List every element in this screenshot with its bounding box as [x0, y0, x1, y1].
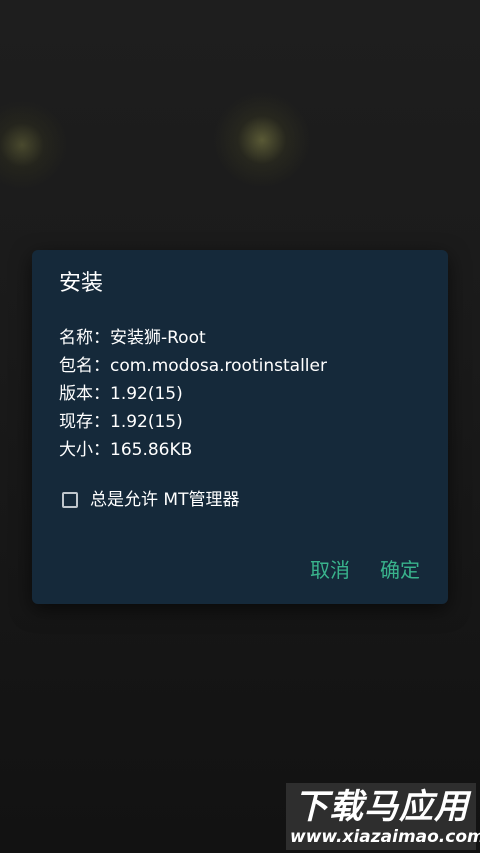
install-dialog: 安装 名称：安装狮-Root 包名：com.modosa.rootinstall… [32, 250, 448, 604]
site-watermark: 下载马应用 www.xiazaimao.com [286, 783, 480, 850]
dialog-title: 安装 [59, 271, 104, 296]
confirm-button[interactable]: 确定 [380, 556, 420, 584]
info-size: 大小：165.86KB [59, 440, 193, 460]
info-installed-version: 现存：1.92(15) [59, 412, 183, 432]
info-version: 版本：1.92(15) [59, 384, 183, 404]
always-allow-label: 总是允许 MT管理器 [90, 490, 240, 510]
cancel-button[interactable]: 取消 [310, 556, 350, 584]
watermark-url: www.xiazaimao.com [290, 827, 480, 847]
always-allow-row[interactable]: 总是允许 MT管理器 [62, 488, 239, 512]
watermark-title: 下载马应用 [294, 787, 469, 827]
app-info-list: 名称：安装狮-Root 包名：com.modosa.rootinstaller … [59, 324, 429, 464]
always-allow-checkbox[interactable] [62, 492, 78, 508]
info-package-name: 包名：com.modosa.rootinstaller [59, 356, 327, 376]
dialog-actions: 取消 确定 [310, 556, 420, 584]
info-app-name: 名称：安装狮-Root [59, 328, 206, 348]
